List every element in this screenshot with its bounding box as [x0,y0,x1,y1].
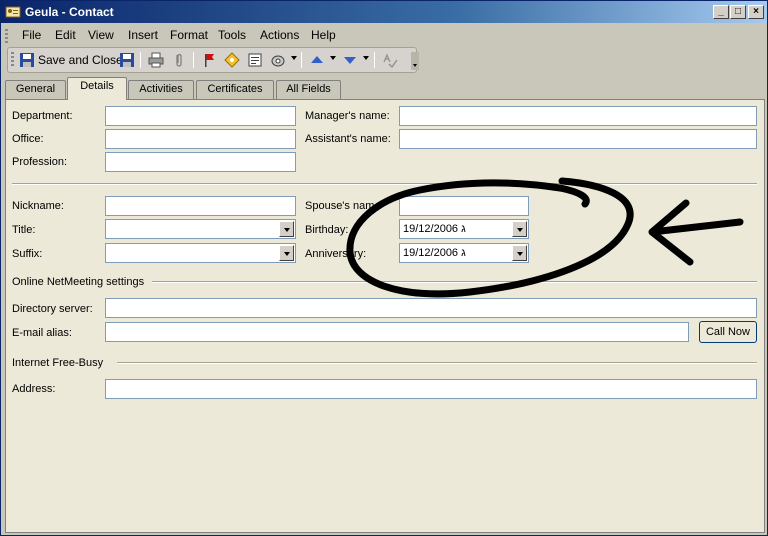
menu-insert[interactable]: Insert [128,28,158,42]
menu-help[interactable]: Help [311,28,336,42]
save-and-close-button[interactable]: Save and Close [19,52,123,68]
birthday-date-picker[interactable]: 19/12/2006 ג [399,219,529,239]
section-divider [117,362,757,364]
close-button[interactable]: × [748,5,764,19]
managers-name-field[interactable] [399,106,757,126]
email-alias-label: E-mail alias: [12,327,72,339]
menu-edit[interactable]: Edit [55,28,76,42]
freebusy-heading: Internet Free-Busy [12,357,104,369]
toolbar-grip[interactable] [11,52,14,68]
menu-file[interactable]: File [22,28,41,42]
directory-server-field[interactable] [105,298,757,318]
tab-details[interactable]: Details [67,77,127,100]
toolbar-options-chevron-icon[interactable] [411,52,419,70]
netmeeting-heading: Online NetMeeting settings [12,276,145,288]
address-book-icon[interactable] [247,52,263,68]
email-alias-field[interactable] [105,322,689,342]
paperclip-icon[interactable] [171,52,187,68]
tab-certificates[interactable]: Certificates [196,80,274,99]
contact-card-icon [5,6,21,18]
call-now-button[interactable]: Call Now [699,321,757,343]
window-title: Geula - Contact [25,5,114,19]
tab-activities[interactable]: Activities [128,80,194,99]
menu-tools[interactable]: Tools [218,28,246,42]
chevron-down-icon[interactable] [279,221,294,237]
profession-label: Profession: [12,156,68,168]
office-field[interactable] [105,129,296,149]
title-combo[interactable] [105,219,296,239]
save-icon [20,53,34,67]
tab-strip: General Details Activities Certificates … [5,77,765,100]
anniversary-value: 19/12/2006 ג [403,247,466,259]
save-icon[interactable] [119,52,135,68]
dial-dropdown-arrow[interactable] [291,56,297,60]
chevron-down-icon[interactable] [512,245,527,261]
section-divider [152,281,757,283]
previous-item-icon[interactable] [309,52,325,68]
details-panel: Department: Manager's name: Office: Assi… [5,99,765,533]
chevron-down-icon[interactable] [512,221,527,237]
section-divider [12,183,757,185]
department-label: Department: [12,110,73,122]
managers-name-label: Manager's name: [305,110,390,122]
suffix-combo[interactable] [105,243,296,263]
nickname-label: Nickname: [12,200,64,212]
toolbar-separator [140,52,141,68]
freebusy-address-field[interactable] [105,379,757,399]
assistants-name-field[interactable] [399,129,757,149]
tab-all-fields[interactable]: All Fields [276,80,341,99]
menu-format[interactable]: Format [170,28,208,42]
profession-field[interactable] [105,152,296,172]
minimize-button[interactable]: _ [713,5,729,19]
assistants-name-label: Assistant's name: [305,133,391,145]
dial-phone-icon[interactable] [270,52,286,68]
title-bar[interactable]: Geula - Contact _ □ × [1,1,767,23]
birthday-value: 19/12/2006 ג [403,223,466,235]
menu-grip[interactable] [5,29,8,43]
next-dropdown-arrow[interactable] [363,56,369,60]
menu-bar: File Edit View Insert Format Tools Actio… [5,25,763,45]
follow-up-flag-icon[interactable] [201,52,217,68]
chevron-down-icon[interactable] [279,245,294,261]
toolbar-separator [193,52,194,68]
print-icon[interactable] [148,52,164,68]
toolbar-separator [301,52,302,68]
tab-general[interactable]: General [5,80,66,99]
suffix-label: Suffix: [12,248,43,260]
save-and-close-label: Save and Close [38,53,123,67]
anniversary-label: Anniversary: [305,248,367,260]
next-item-icon[interactable] [342,52,358,68]
menu-actions[interactable]: Actions [260,28,299,42]
spouses-name-label: Spouse's name [305,200,381,212]
address-label: Address: [12,383,56,395]
birthday-label: Birthday: [305,224,349,236]
department-field[interactable] [105,106,296,126]
anniversary-date-picker[interactable]: 19/12/2006 ג [399,243,529,263]
menu-view[interactable]: View [88,28,114,42]
spouses-name-field[interactable] [399,196,529,216]
standard-toolbar: Save and Close [7,47,419,73]
office-label: Office: [12,133,44,145]
maximize-button[interactable]: □ [730,5,746,19]
directory-server-label: Directory server: [12,303,93,315]
title-label: Title: [12,224,36,236]
previous-dropdown-arrow[interactable] [330,56,336,60]
spelling-icon[interactable] [382,52,398,68]
contact-window: Geula - Contact _ □ × File Edit View Ins… [0,0,768,536]
nickname-field[interactable] [105,196,296,216]
categories-icon[interactable] [224,52,240,68]
toolbar-separator [374,52,375,68]
